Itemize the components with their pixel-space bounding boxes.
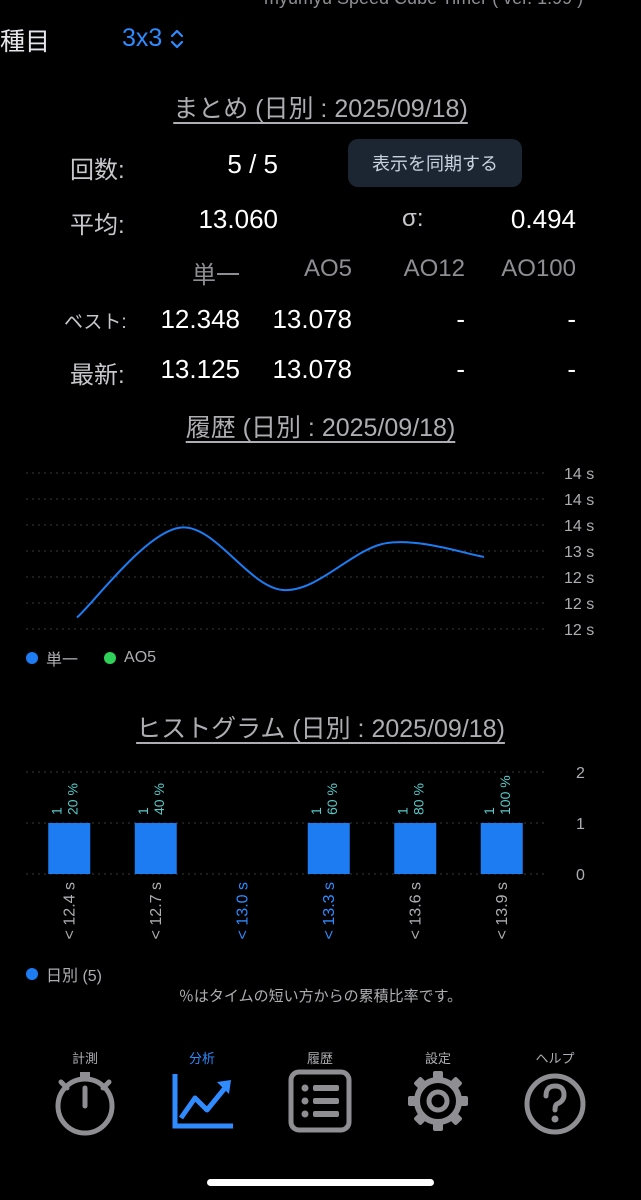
y-tick-label: 1 xyxy=(576,816,585,833)
x-tick-label: < 13.0 s xyxy=(234,882,251,939)
histogram-bar-chart: 2 1 0 120 % < 12.4 s 140 % < 12.7 s < 13.0 s 160… xyxy=(26,765,585,939)
latest-single: 13.125 xyxy=(160,354,240,384)
tab-settings[interactable]: 設定 xyxy=(388,1048,488,1141)
chart-icon xyxy=(172,1074,233,1129)
sigma-label: σ: xyxy=(402,205,424,232)
bar-data-label: 1100 % xyxy=(481,775,513,815)
history-title: 履歴 (日別 : 2025/09/18) xyxy=(185,414,456,442)
histogram-bar xyxy=(134,823,177,874)
legend-label-ao5: AO5 xyxy=(124,649,157,666)
gear-icon xyxy=(408,1071,468,1131)
histogram-legend: 日別 (5) xyxy=(26,962,102,986)
x-tick-label: < 13.9 s xyxy=(494,882,511,939)
event-selector[interactable]: 3x3 xyxy=(122,24,184,53)
legend-dot-daily xyxy=(26,968,38,980)
latest-ao5: 13.078 xyxy=(272,354,352,384)
average-label: 平均: xyxy=(70,212,125,239)
y-tick-label: 2 xyxy=(576,765,585,782)
y-tick-label: 12 s xyxy=(564,596,594,613)
tab-label-timer: 計測 xyxy=(71,1051,98,1066)
latest-label: 最新: xyxy=(70,362,125,389)
col-header-ao5: AO5 xyxy=(303,255,352,282)
legend-label-single: 単一 xyxy=(46,652,79,669)
col-header-ao100: AO100 xyxy=(501,255,576,282)
y-tick-label: 14 s xyxy=(564,518,594,535)
x-tick-label: < 12.7 s xyxy=(148,882,165,939)
histogram-bar xyxy=(48,823,91,874)
best-ao100: - xyxy=(567,304,576,334)
y-tick-label: 13 s xyxy=(564,544,594,561)
event-label: 種目 xyxy=(0,28,51,56)
stopwatch-icon xyxy=(55,1072,115,1136)
history-legend: 単一 AO5 xyxy=(26,646,156,670)
histogram-title: ヒストグラム (日別 : 2025/09/18) xyxy=(136,715,505,743)
legend-label-daily: 日別 (5) xyxy=(46,968,103,985)
histogram-note: ％はタイムの短い方からの累積比率です。 xyxy=(178,988,463,1005)
best-ao5: 13.078 xyxy=(272,304,352,334)
y-tick-label: 14 s xyxy=(564,492,594,509)
tab-analysis[interactable]: 分析 xyxy=(152,1048,252,1141)
y-tick-label: 12 s xyxy=(564,622,594,639)
tab-label-settings: 設定 xyxy=(424,1051,451,1066)
average-value: 13.060 xyxy=(198,204,278,234)
help-icon xyxy=(524,1073,586,1135)
tab-label-history: 履歴 xyxy=(306,1051,333,1066)
best-single: 12.348 xyxy=(160,304,240,334)
x-tick-label: < 13.3 s xyxy=(321,882,338,939)
histogram-bar xyxy=(480,823,523,874)
sync-display-button[interactable]: 表示を同期する xyxy=(348,139,522,187)
latest-ao100: - xyxy=(567,354,576,384)
latest-ao12: - xyxy=(456,354,465,384)
app-title: myumyu Speed Cube Timer ( ver. 1.99 ) xyxy=(264,0,604,9)
bar-data-label: 160 % xyxy=(308,783,340,815)
event-value: 3x3 xyxy=(122,24,163,52)
tab-label-analysis: 分析 xyxy=(188,1051,215,1066)
history-line-chart: 14 s 14 s 14 s 13 s 12 s 12 s 12 s xyxy=(26,466,594,639)
bar-data-label: 120 % xyxy=(48,783,80,815)
count-label: 回数: xyxy=(70,157,125,184)
tab-label-help: ヘルプ xyxy=(535,1051,575,1066)
col-header-single: 単一 xyxy=(192,262,240,289)
best-label: ベスト: xyxy=(64,312,127,333)
col-header-ao12: AO12 xyxy=(403,255,465,282)
sigma-value: 0.494 xyxy=(510,204,576,234)
tab-help[interactable]: ヘルプ xyxy=(505,1048,605,1141)
y-tick-label: 12 s xyxy=(564,570,594,587)
tab-history[interactable]: 履歴 xyxy=(270,1048,370,1141)
histogram-bar xyxy=(394,823,437,874)
histogram-bar xyxy=(307,823,350,874)
tab-bar: 計測 分析 履歴 設定 ヘルプ xyxy=(0,1040,641,1140)
summary-title: まとめ (日別 : 2025/09/18) xyxy=(173,95,468,123)
x-tick-label: < 12.4 s xyxy=(61,882,78,939)
list-icon xyxy=(288,1069,352,1133)
y-tick-label: 14 s xyxy=(564,466,594,483)
legend-dot-ao5 xyxy=(104,652,117,664)
home-indicator xyxy=(207,1179,434,1186)
y-tick-label: 0 xyxy=(576,867,585,884)
count-value: 5 / 5 xyxy=(227,149,278,179)
tab-timer[interactable]: 計測 xyxy=(35,1048,135,1141)
best-ao12: - xyxy=(456,304,465,334)
bar-data-label: 140 % xyxy=(135,783,167,815)
chevron-updown-icon xyxy=(171,29,184,48)
bar-data-label: 180 % xyxy=(394,783,426,815)
legend-dot-single xyxy=(26,652,38,664)
x-tick-label: < 13.6 s xyxy=(407,882,424,939)
series-line-single xyxy=(76,526,485,619)
